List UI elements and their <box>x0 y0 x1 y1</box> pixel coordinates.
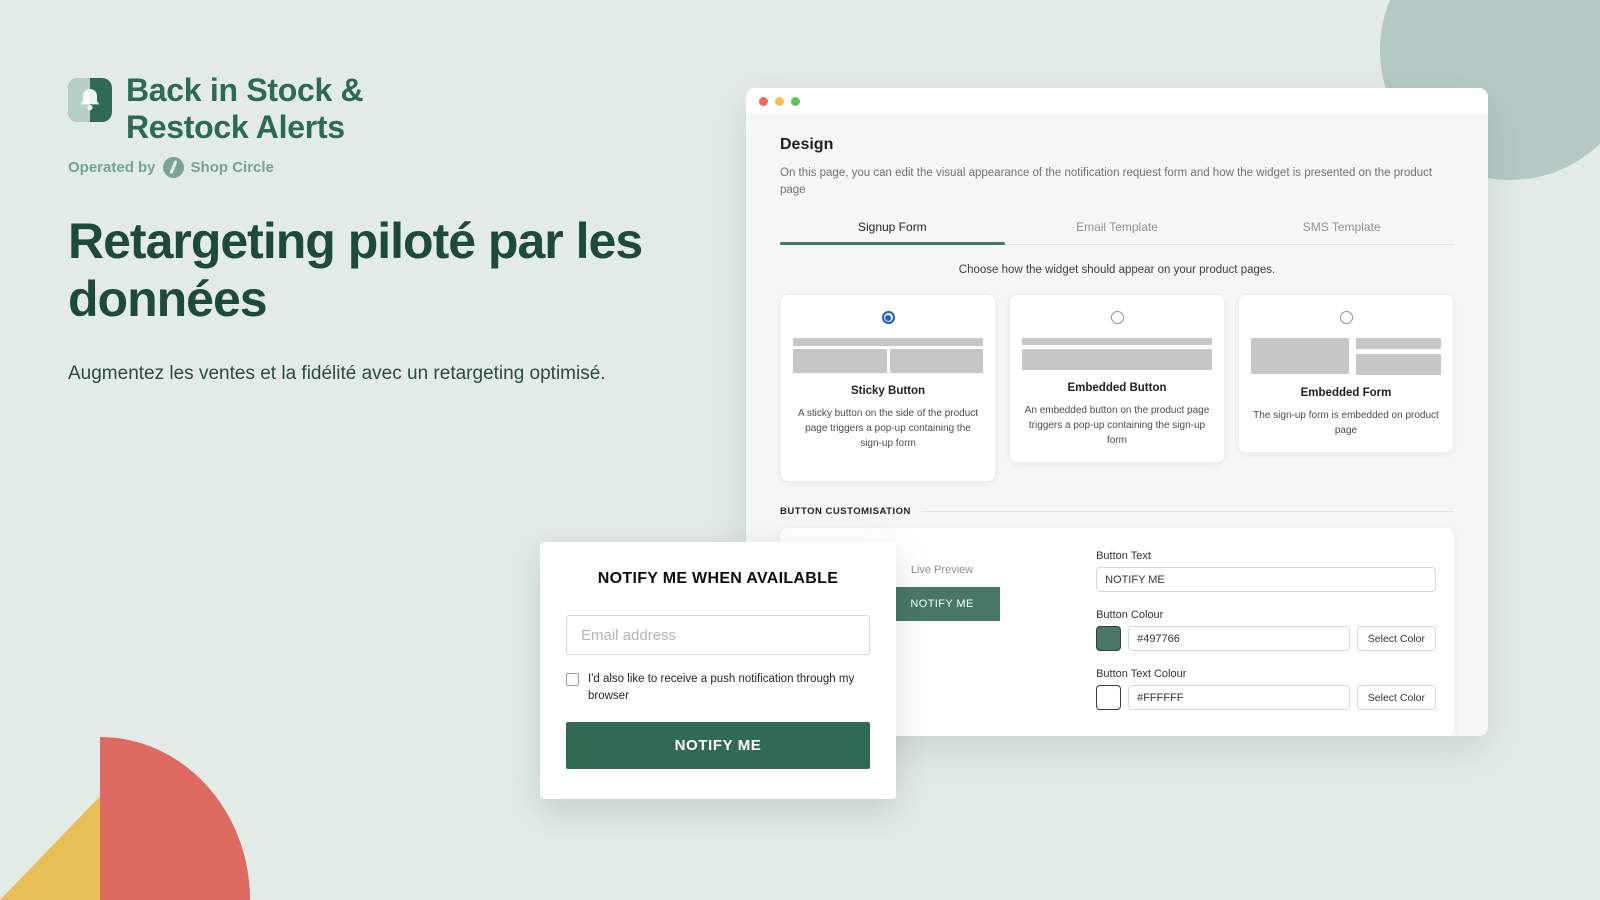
page-title: Design <box>780 136 834 153</box>
popup-push-notification-checkbox[interactable] <box>566 673 579 686</box>
live-preview-label: Live Preview <box>910 564 974 577</box>
button-text-colour-swatch[interactable] <box>1096 685 1122 711</box>
popup-submit-button[interactable]: NOTIFY ME <box>566 722 870 770</box>
page-subheadline: Augmentez les ventes et la fidélité avec… <box>68 362 606 384</box>
brand-title-block: Back in Stock & Restock Alerts <box>126 72 364 147</box>
button-text-colour-label: Button Text Colour <box>1096 668 1187 681</box>
widget-instruction-text: Choose how the widget should appear on y… <box>958 264 1276 277</box>
option-card-embedded-form[interactable]: Embedded Form The sign-up form is embedd… <box>1238 294 1454 454</box>
button-text-colour-row: #FFFFFF Select Color <box>1096 685 1436 711</box>
radio-sticky-button[interactable] <box>881 311 895 325</box>
option-description: The sign-up form is embedded on product … <box>1253 410 1439 437</box>
button-colour-swatch[interactable] <box>1096 626 1122 652</box>
page-headline: Retargeting piloté par les données <box>68 212 643 328</box>
customisation-fields: Button Text NOTIFY ME Button Colour #497… <box>1086 550 1436 712</box>
widget-option-cards: Sticky Button A sticky button on the sid… <box>780 294 1454 483</box>
wireframe-embedded-button <box>1022 338 1212 371</box>
operated-by-row: Operated by Shop Circle <box>68 156 718 178</box>
decorative-red-quarter-circle <box>100 737 250 900</box>
tab-email-template[interactable]: Email Template <box>1005 220 1230 244</box>
button-colour-select-color-button[interactable]: Select Color <box>1356 626 1436 652</box>
tab-signup-form[interactable]: Signup Form <box>780 220 1005 246</box>
option-description: A sticky button on the side of the produ… <box>797 408 979 450</box>
marketing-column: Back in Stock & Restock Alerts Operated … <box>68 72 718 389</box>
button-text-input[interactable]: NOTIFY ME <box>1096 567 1436 593</box>
operator-name: Shop Circle <box>190 158 274 176</box>
notify-me-popup: NOTIFY ME WHEN AVAILABLE Email address I… <box>540 542 896 800</box>
section-divider <box>920 511 1454 513</box>
button-colour-row: #497766 Select Color <box>1096 626 1436 652</box>
maximize-dot-icon[interactable] <box>791 96 800 106</box>
page-root: Back in Stock & Restock Alerts Operated … <box>0 0 1600 900</box>
wireframe-sticky-button <box>793 338 983 374</box>
operated-by-label: Operated by <box>68 158 156 176</box>
button-text-label: Button Text <box>1096 550 1151 563</box>
browser-titlebar <box>746 88 1488 114</box>
minimize-dot-icon[interactable] <box>775 96 784 106</box>
brand-header: Back in Stock & Restock Alerts <box>68 72 718 147</box>
popup-push-notification-row[interactable]: I'd also like to receive a push notifica… <box>566 671 870 704</box>
shop-circle-logo-icon <box>162 156 184 178</box>
option-card-sticky-button[interactable]: Sticky Button A sticky button on the sid… <box>780 294 996 483</box>
button-customisation-header: BUTTON CUSTOMISATION <box>780 506 1454 517</box>
close-dot-icon[interactable] <box>759 96 768 106</box>
tab-bar: Signup Form Email Template SMS Template <box>780 220 1454 246</box>
page-description: On this page, you can edit the visual ap… <box>780 167 1433 196</box>
button-text-colour-input[interactable]: #FFFFFF <box>1128 685 1350 711</box>
option-title: Sticky Button <box>850 385 926 398</box>
popup-email-input[interactable]: Email address <box>566 615 870 655</box>
popup-push-notification-label: I'd also like to receive a push notifica… <box>588 673 855 702</box>
button-colour-label: Button Colour <box>1096 609 1164 622</box>
option-title: Embedded Form <box>1300 387 1392 400</box>
button-text-colour-select-color-button[interactable]: Select Color <box>1356 685 1436 711</box>
brand-title-line-2: Restock Alerts <box>126 109 345 146</box>
section-label: BUTTON CUSTOMISATION <box>780 506 911 518</box>
button-colour-input[interactable]: #497766 <box>1128 626 1350 652</box>
live-preview-button[interactable]: NOTIFY ME <box>884 587 1000 622</box>
popup-title: NOTIFY ME WHEN AVAILABLE <box>597 570 839 587</box>
wireframe-embedded-form <box>1251 338 1441 376</box>
option-description: An embedded button on the product page t… <box>1024 405 1210 447</box>
option-card-embedded-button[interactable]: Embedded Button An embedded button on th… <box>1009 294 1225 464</box>
radio-embedded-form[interactable] <box>1339 311 1353 325</box>
option-title: Embedded Button <box>1067 382 1167 395</box>
radio-embedded-button[interactable] <box>1110 311 1124 325</box>
bell-icon <box>68 78 112 122</box>
tab-sms-template[interactable]: SMS Template <box>1229 220 1454 244</box>
brand-title-line-1: Back in Stock & <box>126 72 364 108</box>
